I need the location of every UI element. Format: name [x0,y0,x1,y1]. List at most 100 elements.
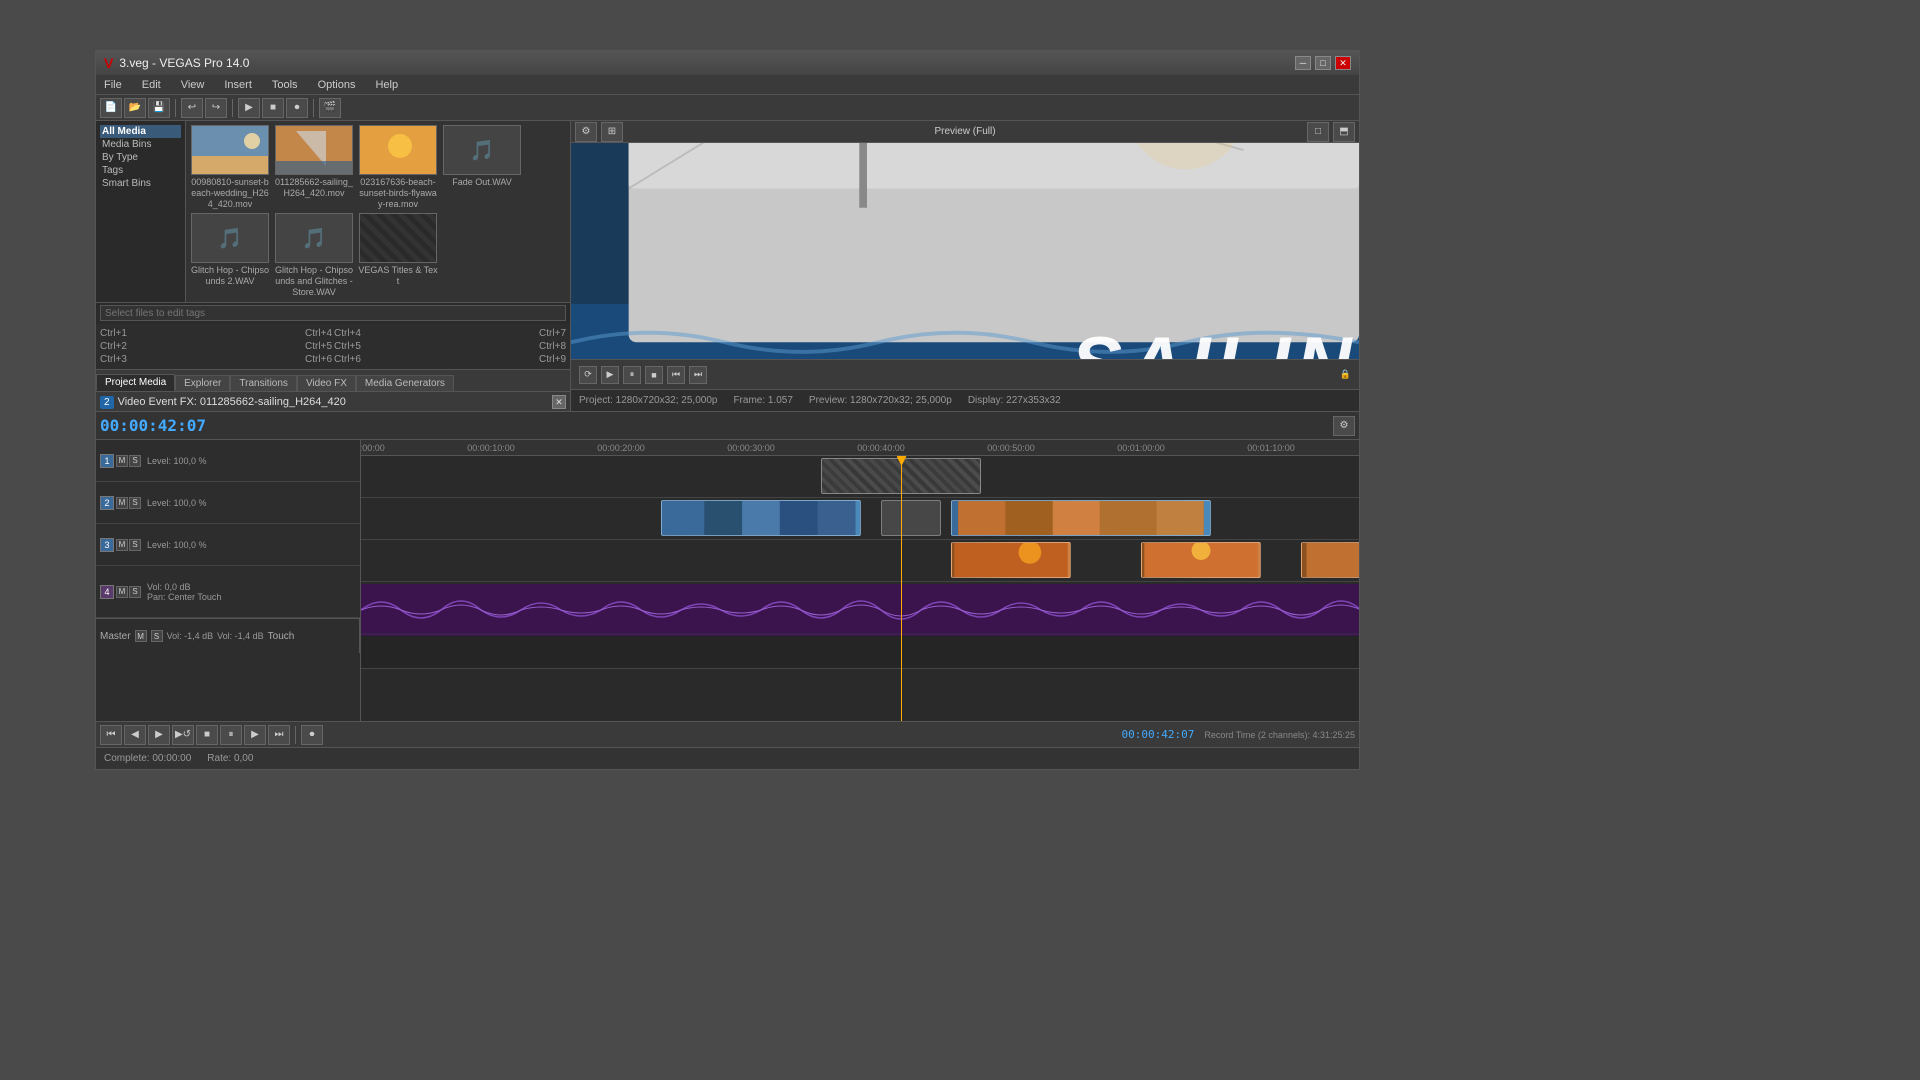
transport-next-frame[interactable]: ▶ [244,725,266,745]
transport-play[interactable]: ▶ [148,725,170,745]
preview-header: ⚙ ⊞ Preview (Full) □ ⬒ [571,121,1359,143]
transport-pause[interactable]: ⏸ [220,725,242,745]
trk-mute-v3[interactable]: M [116,539,128,551]
transport-to-start[interactable]: ⏮ [100,725,122,745]
preview-video: SAILING [571,143,1359,359]
trk-solo-a1[interactable]: S [129,586,141,598]
tree-all-media[interactable]: All Media [100,125,181,138]
ruler-mark-6: 00:01:00:00 [1117,443,1165,453]
track-row-a1[interactable] [361,582,1359,634]
trk-solo-master[interactable]: S [151,630,163,642]
preview-prev-frame-btn[interactable]: ⏮ [667,366,685,384]
media-item-audio2[interactable]: 🎵 Glitch Hop - Chipsounds 2.WAV [190,213,270,297]
master-vol: Vol: -1,4 dB [167,631,214,641]
render-btn[interactable]: 🎬 [319,98,341,118]
clip-v2-svg2 [952,501,1210,535]
media-item-titles[interactable]: VEGAS Titles & Text [358,213,438,297]
trk-solo-v3[interactable]: S [129,539,141,551]
clip-v2-gap[interactable] [881,500,941,536]
record-btn[interactable]: ⏺ [286,98,308,118]
track-row-v2[interactable] [361,498,1359,540]
track-row-v1[interactable] [361,456,1359,498]
thumb-audio1-label: Fade Out.WAV [452,177,512,188]
search-bar [96,302,570,324]
menu-insert[interactable]: Insert [220,79,256,91]
clip-v2-sailing2[interactable] [951,500,1211,536]
save-btn[interactable]: 💾 [148,98,170,118]
media-item-audio3[interactable]: 🎵 Glitch Hop - Chipsounds and Glitches -… [274,213,354,297]
menu-view[interactable]: View [177,79,209,91]
media-item-beach[interactable]: 00980810-sunset-beach-wedding_H264_420.m… [190,125,270,209]
tree-tags[interactable]: Tags [100,164,181,177]
track-row-v3[interactable] [361,540,1359,582]
clip-v3-sunset1[interactable] [951,542,1071,578]
tree-smart-bins[interactable]: Smart Bins [100,177,181,190]
new-btn[interactable]: 📄 [100,98,122,118]
tree-by-type[interactable]: By Type [100,151,181,164]
tab-explorer[interactable]: Explorer [175,375,230,391]
menu-edit[interactable]: Edit [138,79,165,91]
track-area[interactable]: 00:00:00:00 00:00:10:00 00:00:20:00 00:0… [361,440,1359,721]
shortcut-2: Ctrl+4Ctrl+7 [334,328,566,339]
media-tree: All Media Media Bins By Type Tags Smart … [96,121,186,302]
preview-play-btn[interactable]: ▶ [601,366,619,384]
tree-media-bins[interactable]: Media Bins [100,138,181,151]
undo-btn[interactable]: ↩ [181,98,203,118]
preview-view-btn[interactable]: □ [1307,122,1329,142]
transport-to-end[interactable]: ⏭ [268,725,290,745]
clip-v1-transparent[interactable] [821,458,981,494]
media-item-sailing[interactable]: 011285662-sailing_H264_420.mov [274,125,354,209]
thumb-beach-label: 00980810-sunset-beach-wedding_H264_420.m… [190,177,270,209]
tab-media-generators[interactable]: Media Generators [356,375,454,391]
preview-next-frame-btn[interactable]: ⏭ [689,366,707,384]
menu-options[interactable]: Options [314,79,360,91]
window-title: 3.veg - VEGAS Pro 14.0 [119,56,249,70]
clip-v2-sailing[interactable] [661,500,861,536]
trk-solo-v1[interactable]: S [129,455,141,467]
trk-mute-v2[interactable]: M [116,497,128,509]
media-grid: 00980810-sunset-beach-wedding_H264_420.m… [186,121,570,302]
track-row-master[interactable] [361,634,1359,669]
preview-copy-btn[interactable]: ⬒ [1333,122,1355,142]
main-toolbar: 📄 📂 💾 ↩ ↪ ▶ ■ ⏺ 🎬 [96,95,1359,121]
shortcut-3: Ctrl+2Ctrl+5 [100,341,332,352]
timeline-settings-btn[interactable]: ⚙ [1333,416,1355,436]
track-header-v3: 3 M S Level: 100,0 % [96,524,360,566]
preview-loop-btn[interactable]: ⟳ [579,366,597,384]
trk-mute-master[interactable]: M [135,630,147,642]
media-item-birds[interactable]: 023167636-beach-sunset-birds-flyaway-rea… [358,125,438,209]
tab-transitions[interactable]: Transitions [230,375,297,391]
transport-record[interactable]: ⏺ [301,725,323,745]
menu-help[interactable]: Help [371,79,402,91]
open-btn[interactable]: 📂 [124,98,146,118]
preview-snap-btn[interactable]: ⊞ [601,122,623,142]
transport-play-loop[interactable]: ▶↺ [172,725,194,745]
waveform-svg [361,584,1359,636]
minimize-button[interactable]: ─ [1295,56,1311,70]
transport-stop[interactable]: ■ [196,725,218,745]
fx-panel: 2 Video Event FX: 011285662-sailing_H264… [96,392,570,411]
preview-controls: ⟳ ▶ ⏸ ■ ⏮ ⏭ 🔒 [571,359,1359,389]
ruler-mark-2: 00:00:20:00 [597,443,645,453]
redo-btn[interactable]: ↪ [205,98,227,118]
transport-prev-frame[interactable]: ◀ [124,725,146,745]
trk-solo-v2[interactable]: S [129,497,141,509]
fx-close-btn[interactable]: ✕ [552,395,566,409]
preview-settings-btn[interactable]: ⚙ [575,122,597,142]
media-item-audio1[interactable]: 🎵 Fade Out.WAV [442,125,522,209]
preview-stop-btn[interactable]: ■ [645,366,663,384]
clip-v3-sunset2[interactable] [1141,542,1261,578]
clip-v3-sunset3[interactable] [1301,542,1359,578]
trk-mute-a1[interactable]: M [116,586,128,598]
trk-mute-v1[interactable]: M [116,455,128,467]
preview-pause-btn[interactable]: ⏸ [623,366,641,384]
stop-btn[interactable]: ■ [262,98,284,118]
menu-file[interactable]: File [100,79,126,91]
play-btn[interactable]: ▶ [238,98,260,118]
close-button[interactable]: ✕ [1335,56,1351,70]
tab-video-fx[interactable]: Video FX [297,375,356,391]
maximize-button[interactable]: □ [1315,56,1331,70]
tab-project-media[interactable]: Project Media [96,374,175,391]
search-input[interactable] [100,305,566,321]
menu-tools[interactable]: Tools [268,79,302,91]
